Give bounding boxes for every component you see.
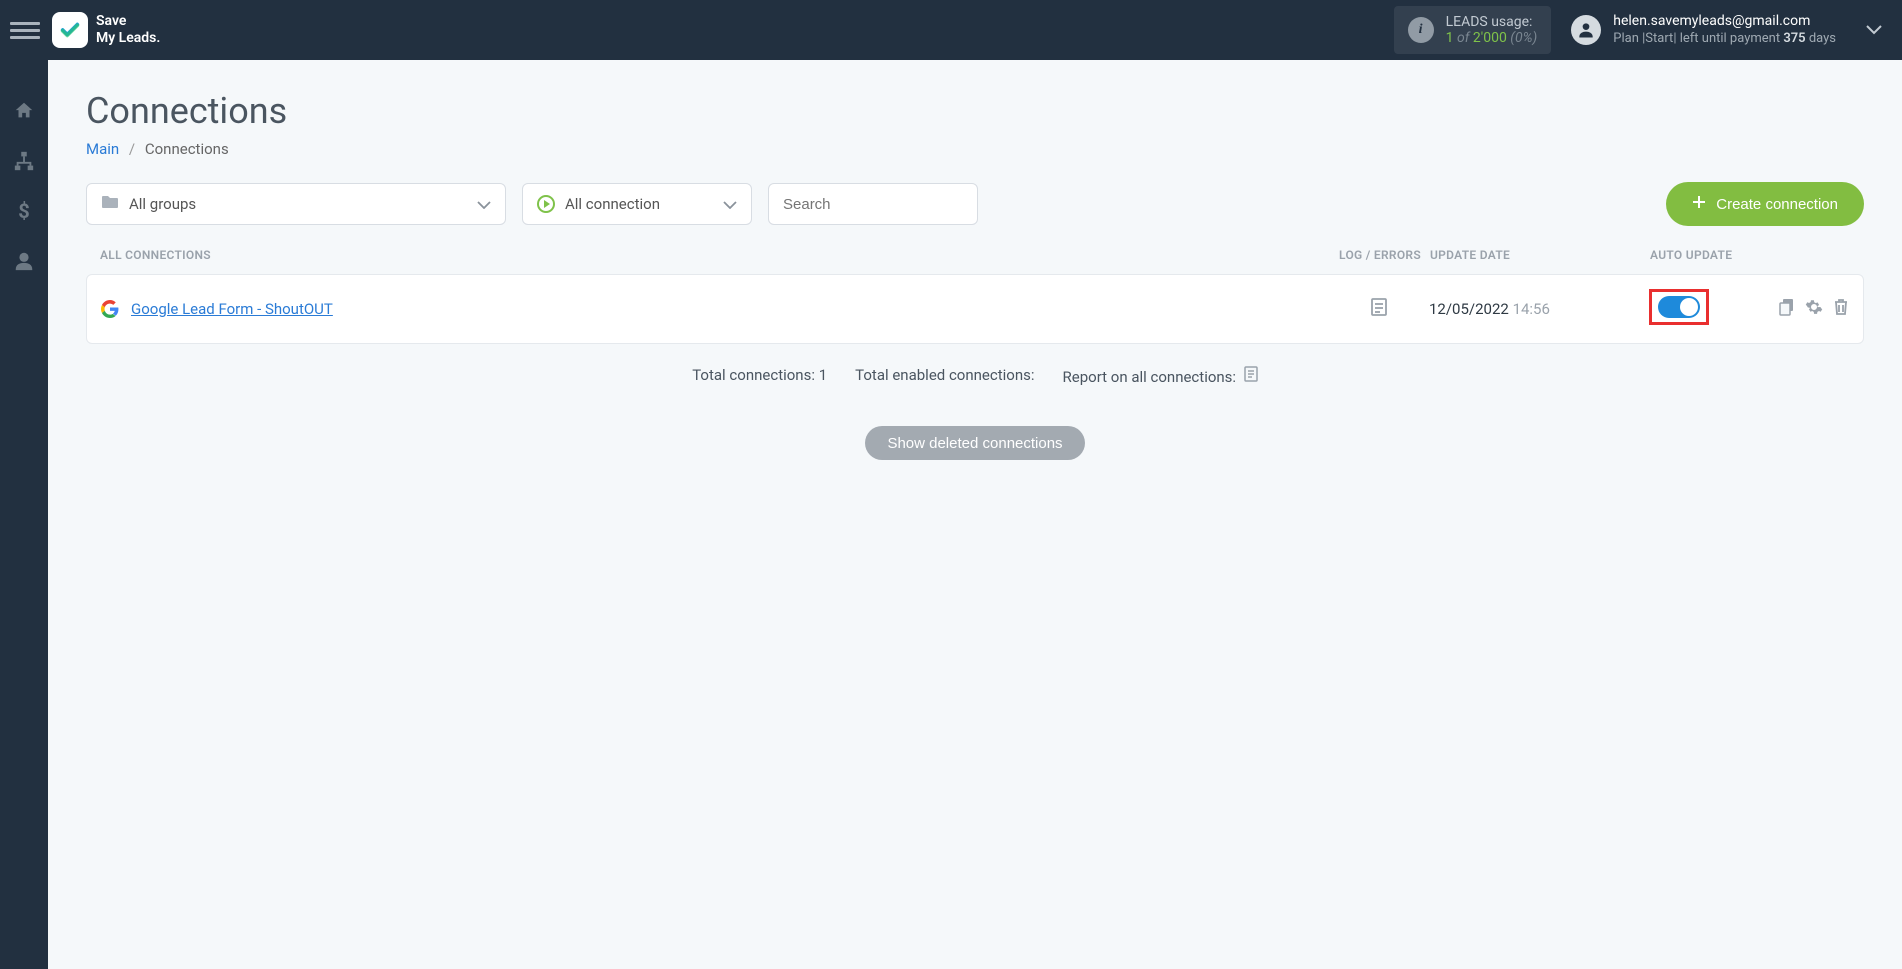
document-icon: [1244, 368, 1258, 386]
update-date: 12/05/2022 14:56: [1429, 300, 1649, 318]
col-all-connections: ALL CONNECTIONS: [100, 248, 1330, 262]
usage-value: 1 of 2'000 (0%): [1446, 30, 1538, 46]
breadcrumb-current: Connections: [145, 140, 229, 158]
gear-icon[interactable]: [1805, 298, 1823, 320]
main-content: Connections Main / Connections All group…: [48, 60, 1902, 969]
chevron-down-icon: [477, 195, 491, 213]
trash-icon[interactable]: [1833, 298, 1849, 320]
google-icon: [101, 300, 119, 318]
play-circle-icon: [537, 195, 555, 213]
avatar-icon: [1571, 15, 1601, 45]
auto-update-toggle[interactable]: [1658, 296, 1700, 318]
summary-row: Total connections: 1 Total enabled conne…: [86, 366, 1864, 386]
svg-text:$: $: [18, 200, 29, 222]
report-all[interactable]: Report on all connections:: [1063, 366, 1258, 386]
plus-icon: [1692, 195, 1706, 213]
account-email: helen.savemyleads@gmail.com: [1613, 12, 1836, 30]
sitemap-icon[interactable]: [13, 150, 35, 172]
account-menu[interactable]: helen.savemyleads@gmail.com Plan |Start|…: [1571, 12, 1892, 47]
leads-usage-box[interactable]: i LEADS usage: 1 of 2'000 (0%): [1394, 6, 1552, 54]
account-plan: Plan |Start| left until payment 375 days: [1613, 31, 1836, 48]
create-connection-button[interactable]: Create connection: [1666, 182, 1864, 226]
auto-update-highlight: [1649, 289, 1709, 325]
copy-icon[interactable]: [1779, 298, 1795, 320]
controls-row: All groups All connection Create conn: [86, 182, 1864, 226]
hamburger-icon[interactable]: [10, 15, 40, 45]
page-title: Connections: [86, 90, 1864, 132]
home-icon[interactable]: [13, 100, 35, 122]
total-enabled: Total enabled connections:: [855, 366, 1034, 386]
breadcrumb-main[interactable]: Main: [86, 140, 119, 158]
logo-text: Save My Leads.: [96, 13, 160, 47]
dollar-icon[interactable]: $: [13, 200, 35, 222]
app-header: Save My Leads. i LEADS usage: 1 of 2'000…: [0, 0, 1902, 60]
sidebar: $: [0, 60, 48, 969]
usage-label: LEADS usage:: [1446, 14, 1538, 30]
user-icon[interactable]: [13, 250, 35, 272]
info-icon: i: [1408, 17, 1434, 43]
search-input[interactable]: [768, 183, 978, 225]
col-update-date: UPDATE DATE: [1430, 248, 1650, 262]
connection-status-select[interactable]: All connection: [522, 183, 752, 225]
logo-icon: [52, 12, 88, 48]
chevron-down-icon: [1866, 20, 1882, 39]
connection-row: Google Lead Form - ShoutOUT 12/05/2022 1…: [86, 274, 1864, 344]
folder-icon: [101, 195, 119, 213]
logo[interactable]: Save My Leads.: [52, 12, 160, 48]
log-icon[interactable]: [1329, 297, 1429, 321]
show-deleted-button[interactable]: Show deleted connections: [865, 426, 1084, 460]
groups-select[interactable]: All groups: [86, 183, 506, 225]
col-auto-update: AUTO UPDATE: [1650, 248, 1760, 262]
connection-name-link[interactable]: Google Lead Form - ShoutOUT: [131, 300, 1329, 318]
breadcrumb: Main / Connections: [86, 140, 1864, 158]
col-log-errors: LOG / ERRORS: [1330, 248, 1430, 262]
chevron-down-icon: [723, 195, 737, 213]
total-connections: Total connections: 1: [692, 366, 827, 386]
table-header: ALL CONNECTIONS LOG / ERRORS UPDATE DATE…: [86, 248, 1864, 262]
